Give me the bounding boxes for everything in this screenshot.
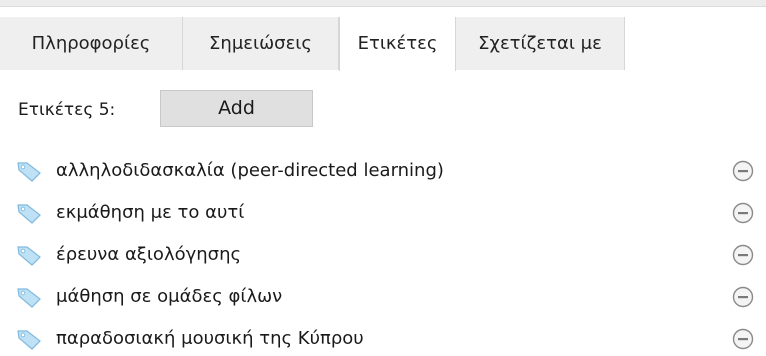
tag-label[interactable]: έρευνα αξιολόγησης (56, 236, 241, 274)
add-tag-button[interactable]: Add (160, 90, 313, 127)
tag-label[interactable]: παραδοσιακή μουσική της Κύπρου (56, 320, 364, 356)
remove-tag-icon[interactable] (732, 160, 754, 182)
tag-row: παραδοσιακή μουσική της Κύπρου (0, 320, 766, 356)
remove-tag-icon[interactable] (732, 244, 754, 266)
tag-label[interactable]: εκμάθηση με το αυτί (56, 194, 244, 232)
tag-row: έρευνα αξιολόγησης (0, 236, 766, 278)
tag-icon (17, 162, 41, 182)
tab-related[interactable]: Σχετίζεται με (456, 17, 625, 70)
tag-icon (17, 204, 41, 224)
remove-tag-icon[interactable] (732, 202, 754, 224)
tag-label[interactable]: μάθηση σε ομάδες φίλων (56, 278, 282, 316)
remove-tag-icon[interactable] (732, 286, 754, 308)
tab-tags[interactable]: Ετικέτες (339, 17, 456, 71)
tag-row: εκμάθηση με το αυτί (0, 194, 766, 236)
remove-tag-icon[interactable] (732, 328, 754, 350)
tag-icon (17, 288, 41, 308)
tags-header: Ετικέτες 5: Add (0, 90, 766, 130)
tab-notes[interactable]: Σημειώσεις (183, 17, 339, 70)
tag-row: μάθηση σε ομάδες φίλων (0, 278, 766, 320)
tag-icon (17, 246, 41, 266)
pane-top-border (0, 0, 766, 7)
tab-bar: Πληροφορίες Σημειώσεις Ετικέτες Σχετίζετ… (0, 17, 766, 71)
tag-list: αλληλοδιδασκαλία (peer-directed learning… (0, 152, 766, 356)
tag-label[interactable]: αλληλοδιδασκαλία (peer-directed learning… (56, 152, 444, 190)
item-pane: Πληροφορίες Σημειώσεις Ετικέτες Σχετίζετ… (0, 0, 766, 356)
tab-info[interactable]: Πληροφορίες (0, 17, 183, 70)
tags-count-label: Ετικέτες 5: (18, 100, 116, 120)
tag-icon (17, 330, 41, 350)
tag-row: αλληλοδιδασκαλία (peer-directed learning… (0, 152, 766, 194)
